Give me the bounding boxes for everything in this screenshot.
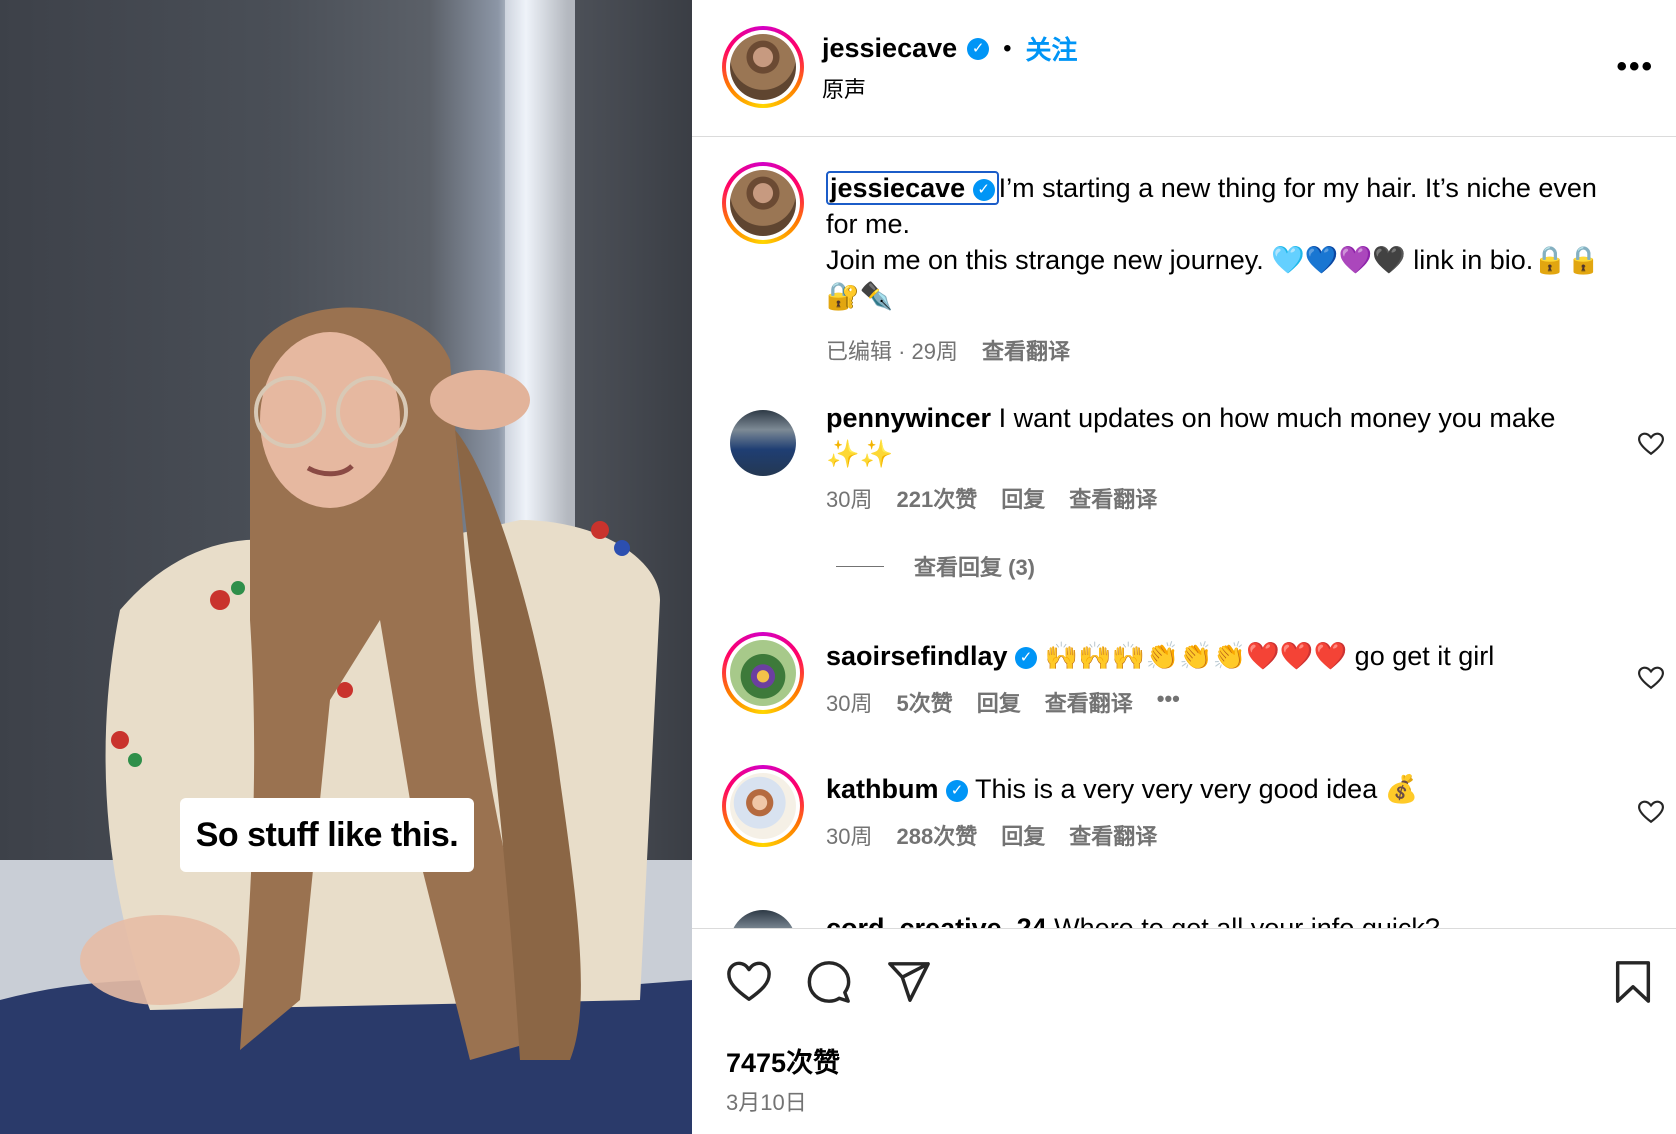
reel-video[interactable]: So stuff like this. [0,0,692,1134]
author-avatar[interactable] [722,26,804,108]
video-frame-illustration [0,0,692,1134]
comment-avatar[interactable] [722,765,804,847]
verified-badge-icon: ✓ [946,779,969,802]
comment-text: saoirsefindlay ✓ 🙌🙌🙌👏👏👏❤️❤️❤️ go get it … [826,638,1606,674]
heart-icon[interactable] [726,959,772,1005]
comment-age: 30周 [826,824,873,849]
comment-body: Where to get all your info quick? [1054,913,1440,928]
replies-divider-line [836,565,884,567]
caption-translate-link[interactable]: 查看翻译 [982,334,1070,366]
comment-username[interactable]: cord_creative_24 [826,913,1047,928]
caption-line-2: Join me on this strange new journey. 🩵💙💜… [826,245,1601,311]
follow-button[interactable]: 关注 [1026,30,1078,67]
post-panel: jessiecave ✓ • 关注 原声 ••• jessiecave ✓ I’m… [692,0,1676,1134]
share-icon[interactable] [886,959,932,1005]
verified-badge-icon: ✓ [972,178,995,201]
comment-reply-link[interactable]: 回复 [1001,482,1045,514]
comment-avatar[interactable] [730,910,796,928]
comment-age: 30周 [826,691,873,716]
comment-meta: 30周 5次赞 回复 查看翻译 ••• [826,686,1180,718]
audio-label[interactable]: 原声 [822,72,866,104]
post-header: jessiecave ✓ • 关注 原声 ••• [692,0,1676,137]
comment-age: 30周 [826,487,873,512]
comment-likes[interactable]: 288次赞 [896,819,977,851]
comment-like-heart-icon[interactable] [1638,432,1664,456]
comment-translate-link[interactable]: 查看翻译 [1045,686,1133,718]
comment-likes[interactable]: 5次赞 [896,686,952,718]
view-replies-link[interactable]: 查看回复 (3) [836,550,1035,582]
comment-body: 🙌🙌🙌👏👏👏❤️❤️❤️ go get it girl [1044,641,1495,671]
comment-meta: 30周 288次赞 回复 查看翻译 [826,819,1157,851]
comment-meta: 30周 221次赞 回复 查看翻译 [826,482,1157,514]
likes-count[interactable]: 7475次赞 [726,1041,840,1080]
view-replies-label[interactable]: 查看回复 (3) [914,550,1035,582]
post-footer: 7475次赞 3月10日 [692,928,1676,1134]
comment-like-heart-icon[interactable] [1638,666,1664,690]
comment-like-heart-icon[interactable] [1638,800,1664,824]
caption-edited-age: 已编辑 · 29周 [826,339,959,364]
comment-reply-link[interactable]: 回复 [1001,819,1045,851]
caption-meta: 已编辑 · 29周 查看翻译 [826,334,1070,366]
comment-text: cord_creative_24 Where to get all your i… [826,910,1606,928]
caption-author-username-wrap[interactable]: jessiecave ✓ [826,171,999,205]
comment-translate-link[interactable]: 查看翻译 [1069,819,1157,851]
verified-badge-icon: ✓ [1015,646,1038,669]
comments-section[interactable]: jessiecave ✓ I’m starting a new thing for… [692,138,1676,928]
comment-more-options-button[interactable]: ••• [1157,686,1180,718]
comment-username[interactable]: saoirsefindlay [826,641,1008,671]
comment-username[interactable]: kathbum [826,774,939,804]
comment-username[interactable]: pennywincer [826,403,991,433]
caption-author-username[interactable]: jessiecave [830,173,965,203]
author-info: jessiecave ✓ • 关注 [822,30,1078,67]
post-date: 3月10日 [726,1090,807,1115]
comment-avatar[interactable] [722,632,804,714]
comment-text: kathbum ✓ This is a very very very good … [826,771,1606,807]
more-options-button[interactable]: ••• [1616,50,1654,84]
verified-badge-icon: ✓ [967,37,990,60]
comment-likes[interactable]: 221次赞 [896,482,977,514]
comment-text: pennywincer I want updates on how much m… [826,400,1606,472]
separator-dot: • [1003,34,1012,62]
caption-text-block: jessiecave ✓ I’m starting a new thing for… [826,170,1606,314]
comment-icon[interactable] [806,959,852,1005]
bookmark-icon[interactable] [1610,959,1656,1005]
author-username[interactable]: jessiecave [822,33,957,64]
comment-reply-link[interactable]: 回复 [977,686,1021,718]
comment-body: This is a very very very good idea 💰 [975,774,1419,804]
comment-avatar[interactable] [730,410,796,476]
comment-translate-link[interactable]: 查看翻译 [1069,482,1157,514]
caption-author-avatar[interactable] [722,162,804,244]
video-caption: So stuff like this. [180,798,474,872]
